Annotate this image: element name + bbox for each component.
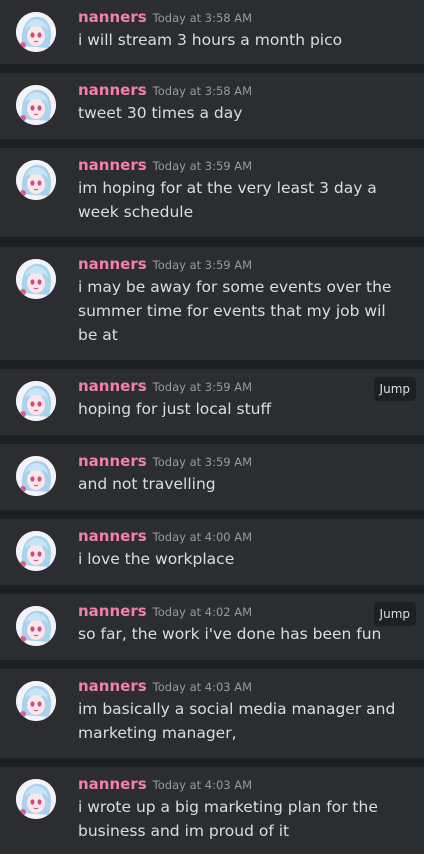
jump-button[interactable]: Jump bbox=[373, 377, 416, 401]
username[interactable]: nanners bbox=[78, 677, 147, 695]
timestamp: Today at 4:03 AM bbox=[152, 778, 253, 792]
message-result[interactable]: nanners Today at 4:03 AM i wrote up a big… bbox=[0, 767, 424, 854]
timestamp: Today at 3:59 AM bbox=[152, 380, 253, 394]
timestamp: Today at 3:59 AM bbox=[152, 159, 253, 173]
user-avatar[interactable] bbox=[16, 606, 56, 646]
anime-avatar-icon bbox=[16, 531, 56, 571]
message-text: i wrote up a big marketing plan for the … bbox=[78, 798, 378, 840]
message-result[interactable]: nanners Today at 4:00 AM i love the workp… bbox=[0, 519, 424, 585]
username[interactable]: nanners bbox=[78, 775, 147, 793]
timestamp: Today at 3:59 AM bbox=[152, 258, 253, 272]
anime-avatar-icon bbox=[16, 681, 56, 721]
message-result[interactable]: nanners Today at 3:59 AM hoping for just … bbox=[0, 369, 424, 435]
message-result[interactable]: nanners Today at 3:59 AM im hoping for at… bbox=[0, 148, 424, 237]
username[interactable]: nanners bbox=[78, 255, 147, 273]
message-text: tweet 30 times a day bbox=[78, 104, 243, 122]
jump-button[interactable]: Jump bbox=[373, 602, 416, 626]
message-text: and not travelling bbox=[78, 475, 216, 493]
message-text: i will stream 3 hours a month pico bbox=[78, 31, 343, 49]
anime-avatar-icon bbox=[16, 381, 56, 421]
timestamp: Today at 3:58 AM bbox=[152, 11, 253, 25]
username[interactable]: nanners bbox=[78, 81, 147, 99]
message-text: im basically a social media manager and … bbox=[78, 700, 396, 742]
username[interactable]: nanners bbox=[78, 602, 147, 620]
anime-avatar-icon bbox=[16, 85, 56, 125]
message-text: i may be away for some events over the s… bbox=[78, 278, 392, 344]
search-results-list: nanners Today at 3:58 AM i will stream 3 … bbox=[0, 0, 424, 854]
username[interactable]: nanners bbox=[78, 156, 147, 174]
user-avatar[interactable] bbox=[16, 381, 56, 421]
user-avatar[interactable] bbox=[16, 259, 56, 299]
message-result[interactable]: nanners Today at 3:59 AM and not travelli… bbox=[0, 444, 424, 510]
timestamp: Today at 3:59 AM bbox=[152, 455, 253, 469]
user-avatar[interactable] bbox=[16, 681, 56, 721]
user-avatar[interactable] bbox=[16, 160, 56, 200]
timestamp: Today at 3:58 AM bbox=[152, 84, 253, 98]
user-avatar[interactable] bbox=[16, 85, 56, 125]
anime-avatar-icon bbox=[16, 12, 56, 52]
user-avatar[interactable] bbox=[16, 12, 56, 52]
message-result[interactable]: nanners Today at 3:59 AM i may be away fo… bbox=[0, 247, 424, 360]
anime-avatar-icon bbox=[16, 456, 56, 496]
timestamp: Today at 4:02 AM bbox=[152, 605, 253, 619]
username[interactable]: nanners bbox=[78, 452, 147, 470]
user-avatar[interactable] bbox=[16, 779, 56, 819]
username[interactable]: nanners bbox=[78, 527, 147, 545]
timestamp: Today at 4:03 AM bbox=[152, 680, 253, 694]
message-result[interactable]: nanners Today at 3:58 AM tweet 30 times a… bbox=[0, 73, 424, 139]
message-text: i love the workplace bbox=[78, 550, 235, 568]
message-text: im hoping for at the very least 3 day a … bbox=[78, 179, 377, 221]
user-avatar[interactable] bbox=[16, 531, 56, 571]
message-text: hoping for just local stuff bbox=[78, 400, 272, 418]
username[interactable]: nanners bbox=[78, 8, 147, 26]
anime-avatar-icon bbox=[16, 160, 56, 200]
message-result[interactable]: nanners Today at 4:03 AM im basically a s… bbox=[0, 669, 424, 758]
message-result[interactable]: nanners Today at 3:58 AM i will stream 3 … bbox=[0, 0, 424, 64]
anime-avatar-icon bbox=[16, 259, 56, 299]
timestamp: Today at 4:00 AM bbox=[152, 530, 253, 544]
message-result[interactable]: nanners Today at 4:02 AM so far, the work… bbox=[0, 594, 424, 660]
message-text: so far, the work i've done has been fun bbox=[78, 625, 382, 643]
user-avatar[interactable] bbox=[16, 456, 56, 496]
username[interactable]: nanners bbox=[78, 377, 147, 395]
anime-avatar-icon bbox=[16, 606, 56, 646]
anime-avatar-icon bbox=[16, 779, 56, 819]
